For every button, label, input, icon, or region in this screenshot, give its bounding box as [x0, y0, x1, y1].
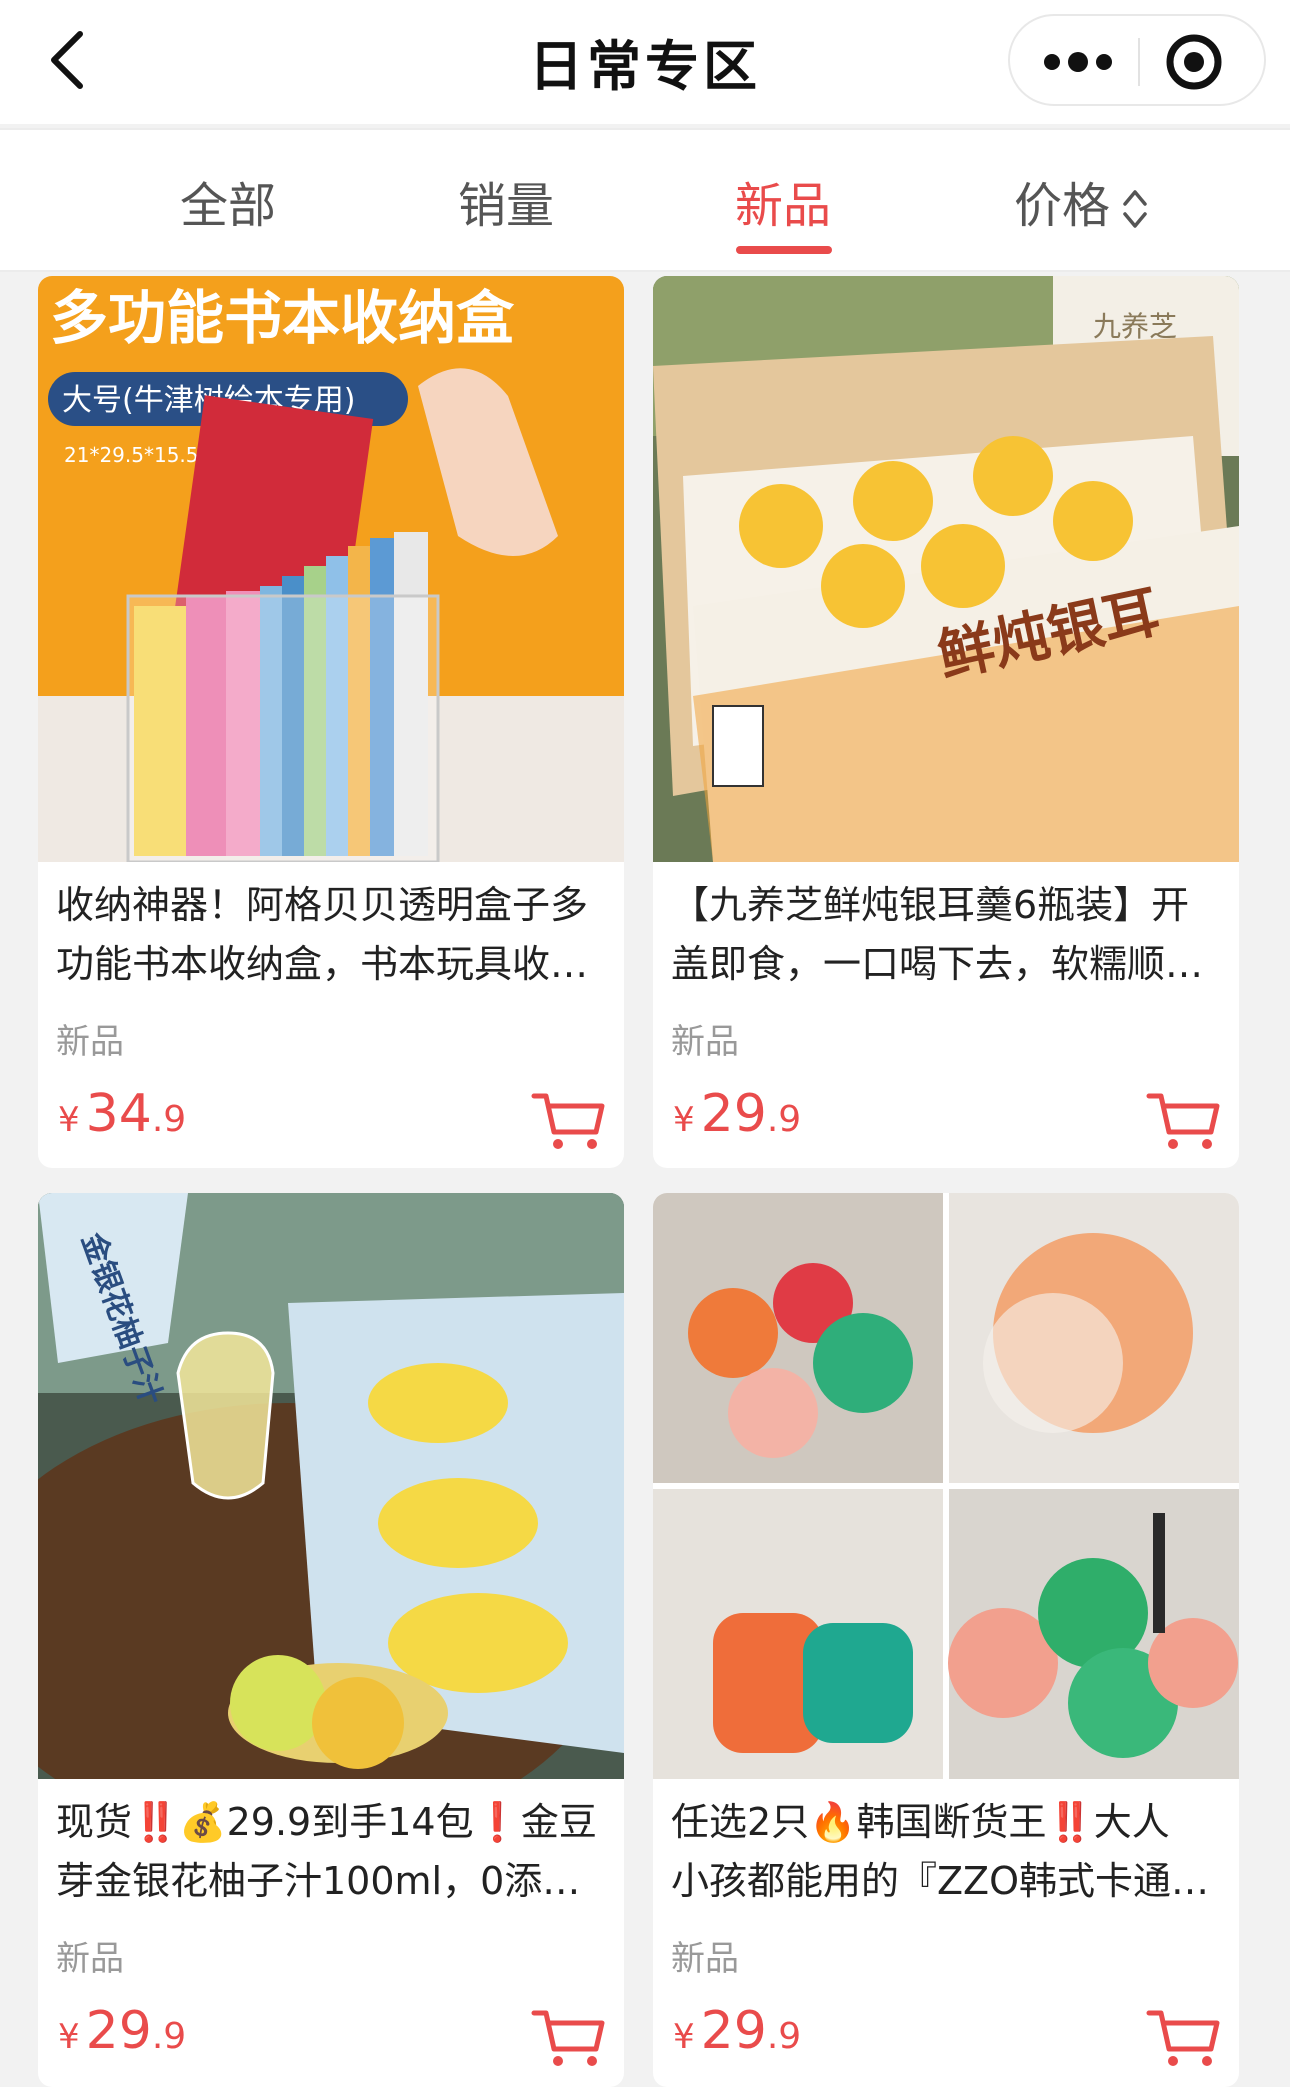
product-price: ¥29.9 — [673, 1084, 801, 1144]
active-tab-indicator — [736, 246, 832, 254]
cart-icon — [1146, 2010, 1220, 2066]
price-currency: ¥ — [673, 1100, 695, 1140]
price-decimal: .9 — [766, 2016, 802, 2057]
product-image — [653, 1193, 1239, 1779]
product-title: 任选2只🔥韩国断货王‼️大人 小孩都能用的『ZZO韩式卡通… — [671, 1793, 1221, 1911]
product-title: 收纳神器！阿格贝贝透明盒子多 功能书本收纳盒，书本玩具收… — [56, 876, 606, 994]
more-dots-icon — [1044, 52, 1112, 72]
add-to-cart-button[interactable] — [530, 1088, 606, 1154]
image-banner-text: 多功能书本收纳盒 — [50, 284, 515, 352]
tab-price-label: 价格 — [1014, 178, 1111, 234]
more-button[interactable] — [1030, 32, 1126, 92]
product-title: 【九养芝鲜炖银耳羹6瓶装】开 盖即食，一口喝下去，软糯顺… — [671, 876, 1221, 994]
product-price: ¥34.9 — [58, 1084, 186, 1144]
price-currency: ¥ — [58, 1100, 80, 1140]
record-icon — [1166, 34, 1222, 90]
add-to-cart-button[interactable] — [530, 2005, 606, 2071]
price-decimal: .9 — [151, 1099, 187, 1140]
price-decimal: .9 — [766, 1099, 802, 1140]
product-title-line: 现货‼️💰29.9到手14包❗金豆 — [56, 1800, 597, 1844]
product-title-line: 芽金银花柚子汁100ml，0添… — [56, 1859, 581, 1903]
product-title-line: 盖即食，一口喝下去，软糯顺… — [671, 942, 1204, 986]
close-button[interactable] — [1158, 26, 1230, 98]
product-title-line: 功能书本收纳盒，书本玩具收… — [56, 942, 589, 986]
product-card[interactable]: 任选2只🔥韩国断货王‼️大人 小孩都能用的『ZZO韩式卡通… 新品 ¥29.9 — [653, 1193, 1239, 2087]
capsule-divider — [1138, 38, 1140, 86]
price-decimal: .9 — [151, 2016, 187, 2057]
product-title-line: 小孩都能用的『ZZO韩式卡通… — [671, 1859, 1209, 1903]
price-integer: 29 — [700, 1084, 767, 1144]
sort-updown-icon — [1123, 190, 1147, 228]
cart-icon — [531, 1093, 605, 1149]
product-card[interactable]: 九养芝 鲜炖银耳 【九养芝鲜炖银耳羹6瓶装】开 盖即食，一口喝下去，软糯顺… 新… — [653, 276, 1239, 1168]
price-currency: ¥ — [673, 2017, 695, 2057]
price-integer: 29 — [700, 2001, 767, 2061]
product-title: 现货‼️💰29.9到手14包❗金豆 芽金银花柚子汁100ml，0添… — [56, 1793, 606, 1911]
product-card[interactable]: 多功能书本收纳盒 大号(牛津树绘本专用) 21*29.5*15.5cm 收纳神器… — [38, 276, 624, 1168]
product-title-line: 【九养芝鲜炖银耳羹6瓶装】开 — [671, 883, 1190, 927]
product-title-line: 收纳神器！阿格贝贝透明盒子多 — [56, 883, 589, 927]
price-currency: ¥ — [58, 2017, 80, 2057]
product-price: ¥29.9 — [58, 2001, 186, 2061]
product-tag: 新品 — [56, 1939, 124, 1979]
cart-icon — [531, 2010, 605, 2066]
product-image: 九养芝 鲜炖银耳 — [653, 276, 1239, 862]
tab-new[interactable]: 新品 — [735, 166, 831, 236]
price-integer: 34 — [85, 1084, 152, 1144]
nav-header: 日常专区 — [0, 0, 1290, 124]
product-tag: 新品 — [56, 1022, 124, 1062]
price-integer: 29 — [85, 2001, 152, 2061]
product-tag: 新品 — [671, 1939, 739, 1979]
sort-tabs: 全部 销量 新品 价格 — [0, 128, 1290, 272]
cart-icon — [1146, 1093, 1220, 1149]
add-to-cart-button[interactable] — [1145, 1088, 1221, 1154]
tab-all[interactable]: 全部 — [180, 166, 276, 236]
add-to-cart-button[interactable] — [1145, 2005, 1221, 2071]
product-title-line: 任选2只🔥韩国断货王‼️大人 — [671, 1800, 1170, 1844]
product-price: ¥29.9 — [673, 2001, 801, 2061]
image-brand-text: 九养芝 — [1093, 310, 1177, 343]
product-image: 金银花柚子汁 — [38, 1193, 624, 1779]
product-tag: 新品 — [671, 1022, 739, 1062]
tab-sales[interactable]: 销量 — [458, 166, 554, 236]
tab-price[interactable]: 价格 — [1014, 166, 1150, 236]
mini-program-capsule — [1008, 14, 1266, 106]
product-card[interactable]: 金银花柚子汁 现货‼️💰29.9到手14包❗金豆 芽金银花柚子汁100ml，0添… — [38, 1193, 624, 2087]
product-image: 多功能书本收纳盒 大号(牛津树绘本专用) 21*29.5*15.5cm — [38, 276, 624, 862]
